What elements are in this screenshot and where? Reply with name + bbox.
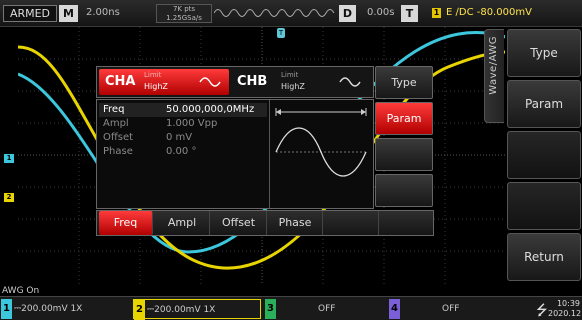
waveform-overview-icon bbox=[214, 9, 335, 17]
trigger-source-badge: 1 bbox=[432, 8, 441, 18]
sample-rate: 1.25GSa/s bbox=[166, 14, 202, 22]
cha-impedance: HighZ bbox=[144, 82, 168, 91]
dialog-button-3[interactable] bbox=[375, 138, 433, 171]
param-row-freq[interactable]: Freq 50.000,000,0MHz bbox=[99, 103, 267, 117]
ch2-offset-marker[interactable]: 2 bbox=[4, 193, 14, 202]
channel-header: CHA Limit HighZ CHB Limit HighZ bbox=[96, 66, 374, 98]
param-row-phase[interactable]: Phase 0.00 ° bbox=[99, 145, 267, 159]
softkey-return[interactable]: Return bbox=[507, 233, 581, 281]
usb-icon: ⭍ bbox=[536, 303, 548, 319]
delay-readout[interactable]: 0.00s bbox=[367, 7, 394, 18]
clock-date: 2020.12.04 bbox=[548, 309, 582, 318]
trigger-label-badge[interactable]: T bbox=[401, 5, 418, 22]
clock: 10:39 2020.12.04 bbox=[548, 299, 582, 319]
param-value: 1.000 Vpp bbox=[166, 118, 218, 129]
param-name: Ampl bbox=[103, 118, 129, 129]
ch4-status[interactable]: 4 OFF bbox=[389, 299, 511, 319]
tab-freq[interactable]: Freq bbox=[99, 211, 153, 235]
param-row-ampl[interactable]: Ampl 1.000 Vpp bbox=[99, 117, 267, 131]
wave-awg-tab[interactable]: Wave/AWG bbox=[484, 29, 504, 123]
timebase-readout[interactable]: 2.00ns bbox=[86, 7, 120, 18]
delay-label-badge[interactable]: D bbox=[339, 5, 356, 22]
ch3-status[interactable]: 3 OFF bbox=[265, 299, 387, 319]
status-bar: ARMED M 2.00ns 7K pts 1.25GSa/s D 0.00s … bbox=[0, 0, 582, 27]
acquire-mode-badge[interactable]: M bbox=[59, 5, 78, 22]
run-state-indicator[interactable]: ARMED bbox=[3, 5, 57, 22]
param-tab-bar: Freq Ampl Offset Phase bbox=[96, 210, 434, 236]
dialog-button-4[interactable] bbox=[375, 174, 433, 207]
cha-limit: Limit bbox=[144, 71, 162, 79]
trigger-info-readout[interactable]: E ∕DC -80.000mV bbox=[446, 7, 532, 18]
param-value: 0 mV bbox=[166, 132, 193, 143]
softkey-menu: Type Param Return bbox=[505, 27, 582, 285]
ch1-status[interactable]: 1 ⎓200.00mV 1X bbox=[1, 299, 129, 319]
dialog-type-button[interactable]: Type bbox=[375, 66, 433, 99]
memory-depth-box[interactable]: 7K pts 1.25GSa/s bbox=[156, 4, 212, 23]
wave-awg-tab-label: Wave/AWG bbox=[488, 36, 499, 95]
sine-wave-icon bbox=[339, 77, 361, 87]
softkey-type[interactable]: Type bbox=[507, 29, 581, 77]
ch2-number: 2 bbox=[134, 300, 145, 320]
param-value: 50.000,000,0MHz bbox=[166, 104, 255, 115]
ch1-offset-marker[interactable]: 1 bbox=[4, 154, 14, 163]
ch4-state: OFF bbox=[442, 304, 460, 314]
sine-preview-icon bbox=[275, 108, 367, 177]
sine-wave-icon bbox=[199, 77, 221, 87]
ch1-scale: ⎓200.00mV 1X bbox=[14, 304, 83, 314]
ch1-number: 1 bbox=[1, 299, 12, 319]
clock-time: 10:39 bbox=[556, 299, 580, 308]
parameter-panel: Freq 50.000,000,0MHz Ampl 1.000 Vpp Offs… bbox=[96, 99, 374, 209]
chb-tab[interactable]: CHB Limit HighZ bbox=[231, 69, 371, 95]
ch2-scale: ⎓200.00mV 1X bbox=[147, 305, 216, 315]
waveform-preview bbox=[269, 100, 373, 208]
awg-dialog: CHA Limit HighZ CHB Limit HighZ Freq 50.… bbox=[96, 66, 434, 236]
ch4-number: 4 bbox=[389, 299, 400, 319]
chb-limit: Limit bbox=[281, 71, 299, 79]
cha-tab[interactable]: CHA Limit HighZ bbox=[99, 69, 229, 95]
ch2-status[interactable]: 2 ⎓200.00mV 1X bbox=[133, 299, 261, 320]
ch3-number: 3 bbox=[265, 299, 276, 319]
param-value: 0.00 ° bbox=[166, 146, 197, 157]
softkey-param[interactable]: Param bbox=[507, 80, 581, 128]
tab-6[interactable] bbox=[380, 211, 433, 235]
memory-points: 7K pts bbox=[172, 5, 196, 13]
tab-phase[interactable]: Phase bbox=[268, 211, 323, 235]
param-name: Phase bbox=[103, 146, 133, 157]
softkey-3[interactable] bbox=[507, 131, 581, 179]
trigger-position-marker[interactable]: T bbox=[277, 28, 285, 38]
chb-impedance: HighZ bbox=[281, 82, 305, 91]
awg-status: AWG On bbox=[2, 286, 40, 296]
cha-label: CHA bbox=[105, 74, 136, 89]
ch3-state: OFF bbox=[318, 304, 336, 314]
param-row-offset[interactable]: Offset 0 mV bbox=[99, 131, 267, 145]
tab-5[interactable] bbox=[324, 211, 379, 235]
param-name: Offset bbox=[103, 132, 134, 143]
tab-ampl[interactable]: Ampl bbox=[155, 211, 210, 235]
chb-label: CHB bbox=[237, 74, 268, 89]
dialog-param-button[interactable]: Param bbox=[375, 102, 433, 135]
param-name: Freq bbox=[103, 104, 125, 115]
channel-status-bar: 1 ⎓200.00mV 1X 2 ⎓200.00mV 1X 3 OFF 4 OFF ⭍ … bbox=[0, 296, 582, 320]
tab-offset[interactable]: Offset bbox=[211, 211, 267, 235]
softkey-4[interactable] bbox=[507, 182, 581, 230]
